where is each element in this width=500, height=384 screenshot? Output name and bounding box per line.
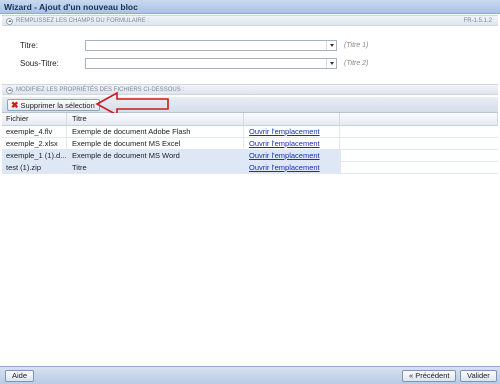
column-header-location [245, 113, 340, 125]
collapse-up-icon[interactable] [6, 18, 13, 25]
table-header: Fichier Titre [2, 113, 498, 126]
form-section-header[interactable]: REMPLISSEZ LES CHAMPS DU FORMULAIRE : FR… [2, 15, 498, 26]
form-section-heading: REMPLISSEZ LES CHAMPS DU FORMULAIRE : [16, 18, 150, 24]
wizard-footer: Aide « Précédent Valider [0, 366, 500, 384]
files-toolbar: ✖ Supprimer la sélection [2, 97, 498, 113]
column-header-title[interactable]: Titre [68, 113, 244, 125]
validate-button[interactable]: Valider [460, 370, 497, 382]
version-label: FR-1.5.1.2 [463, 18, 492, 24]
column-header-file[interactable]: Fichier [2, 113, 67, 125]
column-header-empty [341, 113, 498, 125]
open-location-link[interactable]: Ouvrir l'emplacement [245, 126, 340, 137]
title-hint: (Titre 1) [344, 42, 369, 49]
collapse-up-icon[interactable] [6, 87, 13, 94]
file-name: test (1).zip [2, 162, 67, 173]
file-title[interactable]: Exemple de document Adobe Flash [68, 126, 244, 137]
chevron-down-icon[interactable] [326, 41, 336, 50]
open-location-link[interactable]: Ouvrir l'emplacement [245, 162, 340, 173]
help-button[interactable]: Aide [5, 370, 35, 382]
title-label: Titre: [20, 41, 38, 50]
file-name: exemple_4.flv [2, 126, 67, 137]
file-title[interactable]: Exemple de document MS Excel [68, 138, 244, 149]
table-row[interactable]: exemple_1 (1).d... Exemple de document M… [2, 150, 498, 162]
file-title[interactable]: Titre [68, 162, 244, 173]
file-name: exemple_2.xlsx [2, 138, 67, 149]
subtitle-hint: (Titre 2) [344, 60, 369, 67]
window-title: Wizard - Ajout d'un nouveau bloc [0, 0, 500, 14]
table-row[interactable]: test (1).zip Titre Ouvrir l'emplacement [2, 162, 498, 174]
delete-selection-label: Supprimer la sélection [20, 100, 95, 110]
subtitle-select[interactable] [85, 58, 337, 69]
chevron-down-icon[interactable] [326, 59, 336, 68]
file-title[interactable]: Exemple de document MS Word [68, 150, 244, 161]
title-select[interactable] [85, 40, 337, 51]
delete-selection-button[interactable]: ✖ Supprimer la sélection [7, 99, 100, 111]
table-row[interactable]: exemple_2.xlsx Exemple de document MS Ex… [2, 138, 498, 150]
open-location-link[interactable]: Ouvrir l'emplacement [245, 138, 340, 149]
previous-button[interactable]: « Précédent [402, 370, 457, 382]
open-location-link[interactable]: Ouvrir l'emplacement [245, 150, 340, 161]
files-table: Fichier Titre exemple_4.flv Exemple de d… [2, 113, 498, 174]
file-name: exemple_1 (1).d... [2, 150, 67, 161]
table-row[interactable]: exemple_4.flv Exemple de document Adobe … [2, 126, 498, 138]
red-x-icon: ✖ [11, 99, 19, 110]
subtitle-label: Sous-Titre: [20, 59, 59, 68]
files-section-header[interactable]: MODIFIEZ LES PROPRIÉTÉS DES FICHIERS CI-… [2, 84, 498, 95]
